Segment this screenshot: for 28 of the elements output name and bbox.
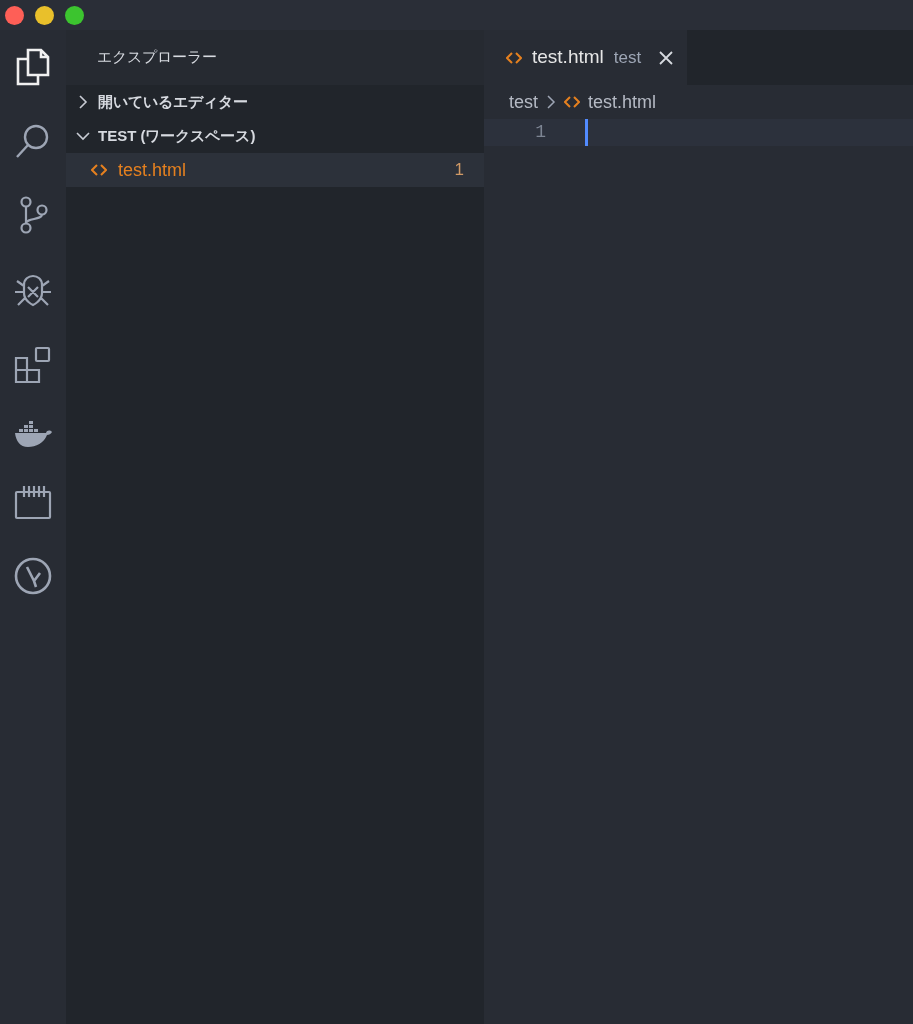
chevron-icon (546, 95, 556, 109)
text-cursor (585, 119, 588, 146)
maximize-window-button[interactable] (65, 5, 84, 25)
board-icon[interactable] (14, 484, 52, 520)
chevron-icon (76, 95, 90, 109)
sidebar-title: エクスプローラー (97, 47, 217, 68)
circle-branch-icon[interactable] (14, 557, 52, 595)
branch-icon[interactable] (18, 196, 48, 234)
file-item[interactable]: test.html 1 (66, 153, 484, 187)
minimize-window-button[interactable] (35, 5, 54, 25)
line-number: 1 (534, 121, 546, 144)
code-file-icon (564, 96, 580, 108)
breadcrumb-item[interactable]: test (509, 88, 538, 116)
close-window-button[interactable] (5, 5, 24, 25)
close-icon[interactable] (659, 50, 674, 65)
tab-description: test (613, 46, 642, 69)
chevron-icon (76, 129, 90, 143)
tree-section-header[interactable]: TEST (ワークスペース) (66, 119, 484, 153)
search-icon[interactable] (15, 123, 51, 159)
problem-count: 1 (454, 159, 464, 182)
code-file-icon (91, 164, 107, 176)
whale-icon[interactable] (14, 421, 52, 447)
files-icon[interactable] (16, 48, 50, 86)
tree-section-header[interactable]: 開いているエディター (66, 85, 484, 119)
breadcrumb-item[interactable]: test.html (588, 88, 657, 116)
editor-tab[interactable]: test.html test (484, 30, 688, 85)
code-file-icon (506, 51, 522, 64)
blocks-icon[interactable] (14, 346, 52, 384)
